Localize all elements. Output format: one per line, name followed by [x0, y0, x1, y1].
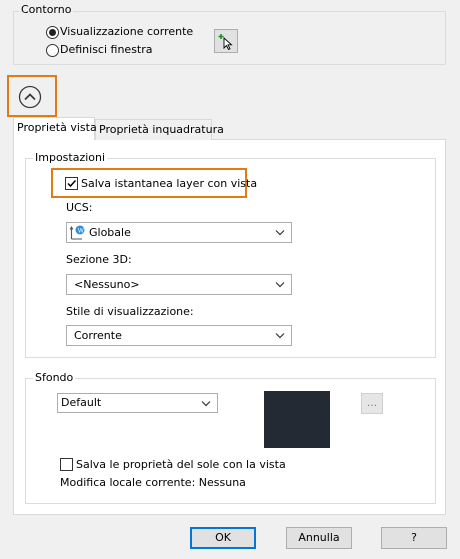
save-sun-label[interactable]: Salva le proprietà del sole con la vista [76, 458, 286, 471]
help-button[interactable]: ? [381, 527, 447, 549]
stile-label: Stile di visualizzazione: [66, 305, 194, 318]
pick-window-icon [218, 34, 233, 50]
save-sun-checkbox[interactable] [60, 458, 73, 471]
chevron-down-icon [275, 333, 285, 339]
radio-define-window-label[interactable]: Definisci finestra [60, 43, 153, 56]
sfondo-select[interactable]: Default [57, 393, 218, 413]
stile-select[interactable]: Corrente [66, 325, 292, 346]
sezione3d-value: <Nessuno> [74, 278, 140, 291]
radio-define-window[interactable] [46, 44, 59, 57]
sfondo-legend: Sfondo [33, 371, 76, 384]
radio-current-view-label[interactable]: Visualizzazione corrente [60, 25, 193, 38]
chevron-up-icon [18, 85, 42, 109]
sezione3d-label: Sezione 3D: [66, 253, 132, 266]
override-status: Modifica locale corrente: Nessuna [60, 476, 246, 489]
svg-text:W: W [78, 229, 84, 235]
contorno-legend: Contorno [19, 3, 74, 16]
sezione3d-select[interactable]: <Nessuno> [66, 274, 292, 295]
save-layer-label[interactable]: Salva istantanea layer con vista [81, 177, 257, 190]
ucs-value: Globale [89, 226, 131, 239]
radio-current-view[interactable] [46, 26, 59, 39]
tab-proprieta-vista[interactable]: Proprietà vista [13, 117, 97, 140]
chevron-down-icon [275, 282, 285, 288]
ucs-label: UCS: [66, 201, 93, 214]
sfondo-value: Default [61, 396, 102, 409]
tab-proprieta-inquadratura[interactable]: Proprietà inquadratura [95, 119, 224, 140]
save-layer-checkbox[interactable] [65, 177, 78, 190]
cancel-button[interactable]: Annulla [286, 527, 352, 549]
collapse-button[interactable] [18, 85, 42, 109]
define-window-button[interactable] [214, 29, 238, 53]
background-preview [264, 391, 330, 448]
browse-button[interactable]: ... [361, 393, 383, 414]
world-ucs-icon: W [69, 225, 85, 240]
stile-value: Corrente [74, 329, 122, 342]
impostazioni-legend: Impostazioni [33, 151, 108, 164]
checkmark-icon [67, 179, 77, 188]
chevron-down-icon [275, 230, 285, 236]
ok-button[interactable]: OK [190, 527, 256, 549]
ucs-select[interactable]: W Globale [66, 222, 292, 243]
chevron-down-icon [201, 401, 211, 407]
